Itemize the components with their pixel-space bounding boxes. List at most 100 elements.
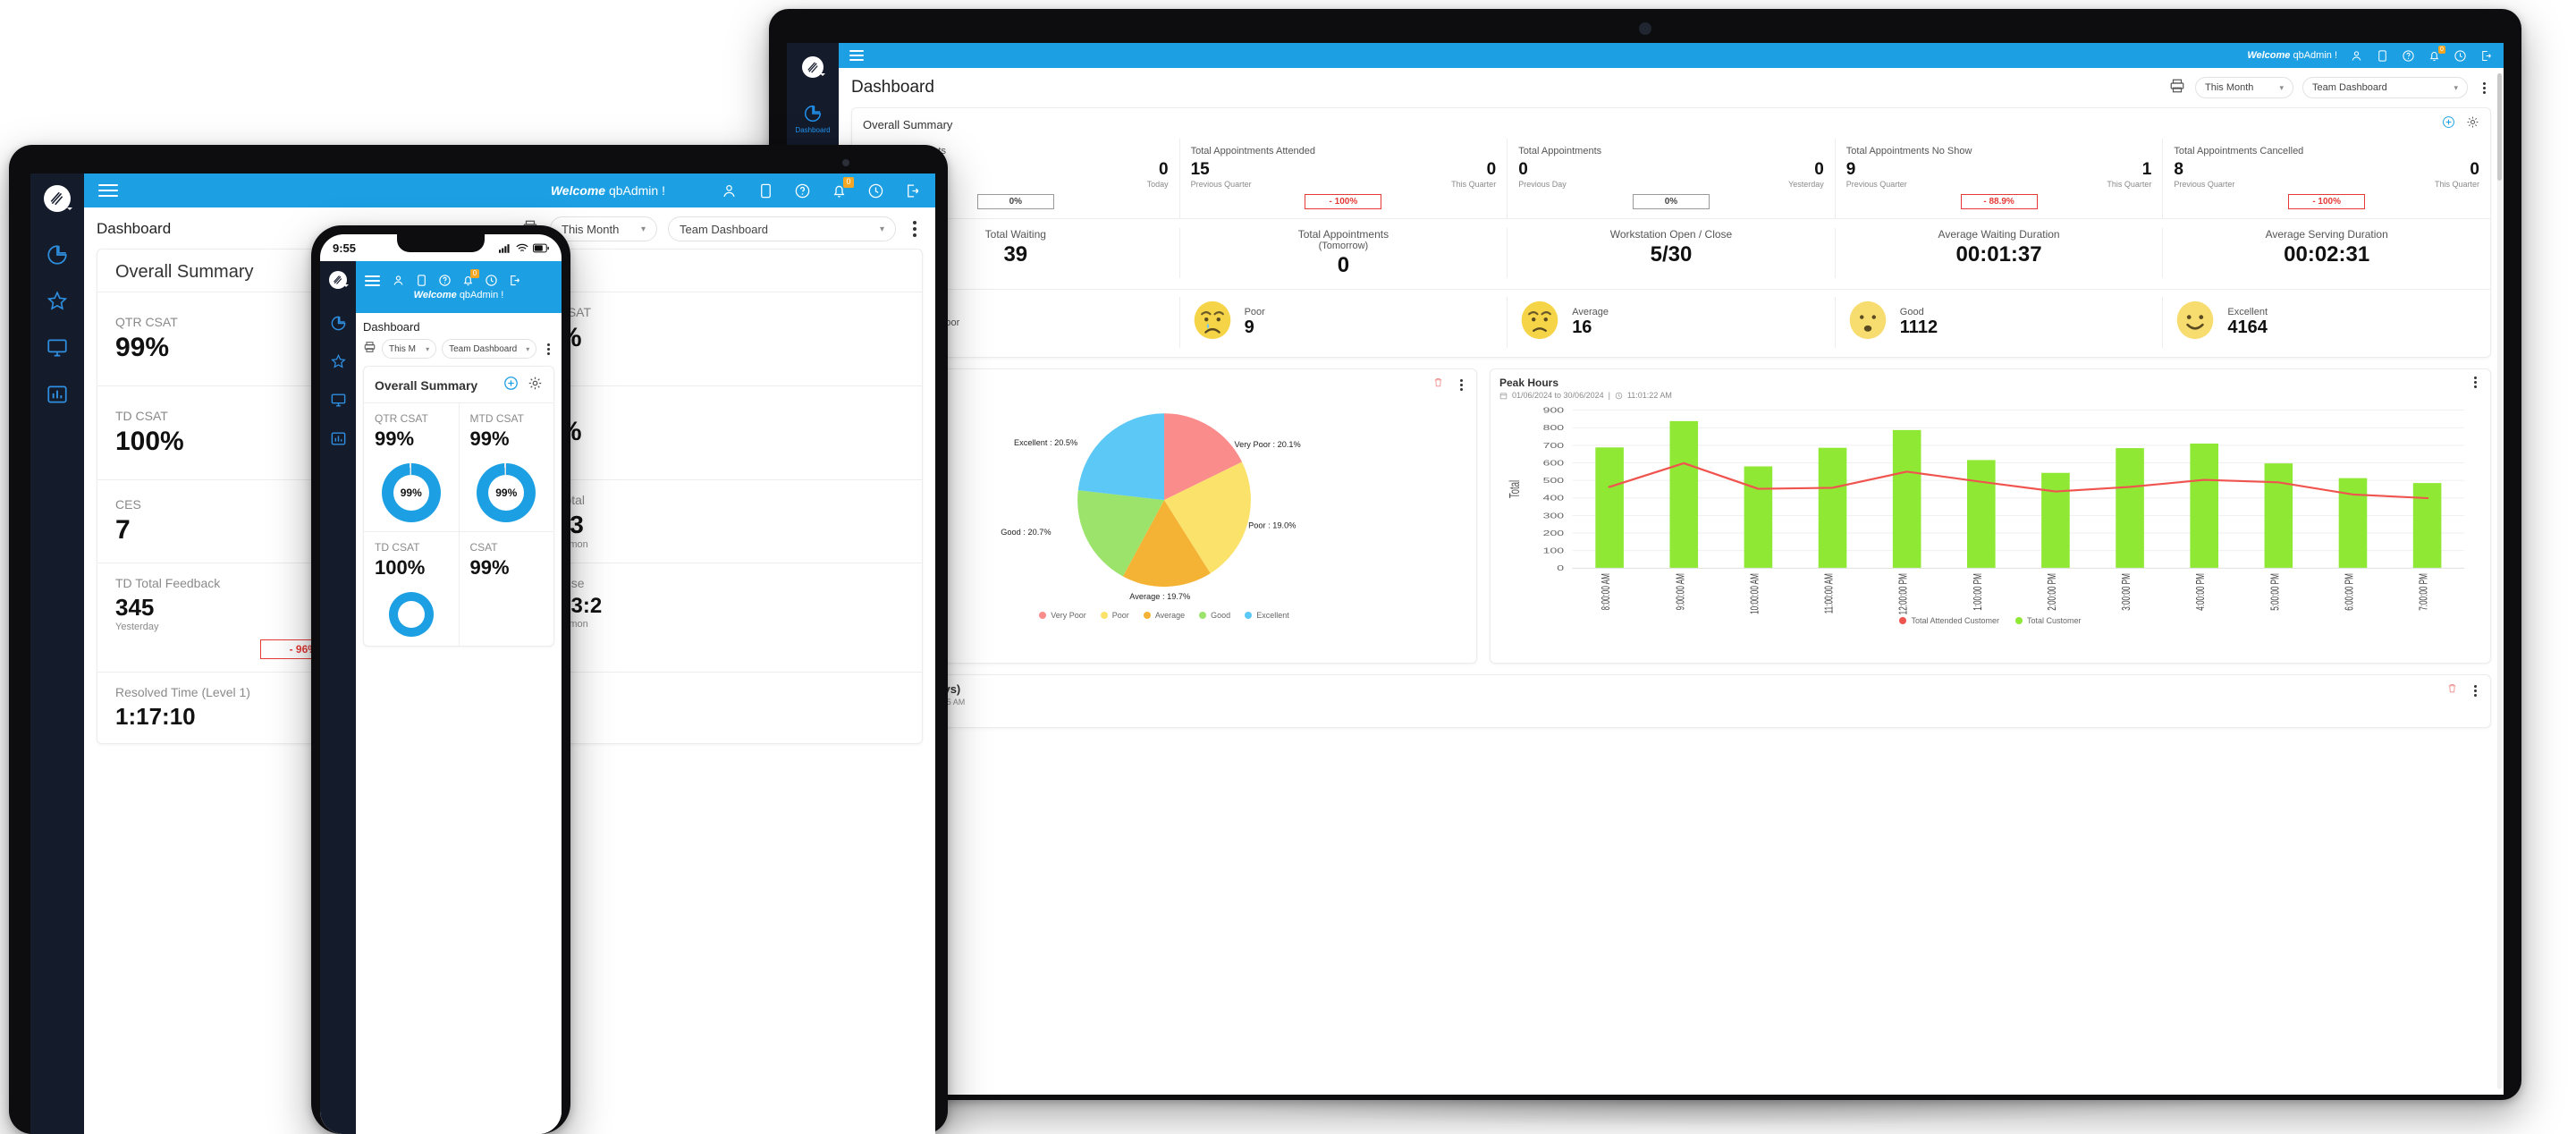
add-widget-button[interactable]: [2442, 115, 2455, 133]
help-icon[interactable]: [794, 182, 811, 199]
donut-value: 99%: [393, 475, 429, 511]
page-more-button[interactable]: [542, 340, 554, 358]
laptop-sidebar[interactable]: [30, 173, 84, 1134]
stat-left-caption: Previous Quarter: [2174, 180, 2235, 189]
chevron-down-icon: ▾: [2454, 82, 2458, 92]
menu-toggle-button[interactable]: [365, 275, 381, 286]
page-more-button[interactable]: [2477, 78, 2491, 97]
tile-label: MTD CSAT: [469, 412, 524, 425]
calendar-icon: [1499, 393, 1508, 399]
tile-resolved-placeholder: [511, 673, 923, 743]
menu-toggle-button[interactable]: [98, 184, 120, 197]
dashboard-filter-select[interactable]: Team Dashboard ▾: [2302, 77, 2468, 98]
legend-item[interactable]: Total Attended Customer: [1899, 616, 1999, 625]
bell-badge: 0: [470, 269, 479, 278]
print-icon[interactable]: [363, 341, 376, 358]
tile-td-csat: TD CSAT 100%: [364, 532, 460, 646]
rating-value: 1112: [1899, 317, 1938, 337]
bell-icon[interactable]: 0: [831, 176, 854, 199]
legend-item[interactable]: Average: [1143, 611, 1185, 620]
tile-mtd-csat: MTD CSAT 99%: [511, 292, 923, 385]
sidebar-item-dashboard[interactable]: Dashboard: [787, 104, 839, 134]
period-filter-select[interactable]: This M ▾: [382, 339, 437, 359]
legend-swatch: [1143, 612, 1151, 619]
stat-right-caption: This Quarter: [1451, 180, 1497, 189]
monitor-icon: [331, 394, 345, 407]
rating-label: Good: [1899, 307, 1924, 317]
bell-icon[interactable]: 0: [461, 269, 479, 287]
tile-label: MTD CSAT: [528, 305, 592, 319]
add-widget-button[interactable]: [503, 376, 519, 395]
tile-value: 99%: [469, 556, 510, 579]
page-scrollbar-track[interactable]: [2497, 73, 2502, 1089]
charts-row: 11:04:43 AM: [851, 368, 2491, 664]
stat-left-caption: Previous Quarter: [1190, 180, 1252, 189]
stat-right-value: 1: [2141, 160, 2152, 179]
tile-csat: CSAT 99%: [460, 532, 554, 646]
sidebar-item-reports[interactable]: [30, 383, 84, 406]
legend-item[interactable]: Good: [1199, 611, 1230, 620]
stat-right-value: 0: [2470, 160, 2479, 179]
help-icon[interactable]: [438, 274, 452, 287]
clock-icon[interactable]: [2454, 49, 2467, 63]
user-icon[interactable]: [392, 274, 405, 287]
menu-toggle-button[interactable]: [849, 50, 866, 61]
page-more-button[interactable]: [907, 218, 923, 240]
summary-stat-card: Total Appointments 0 Previous Day 0 Yest…: [1508, 139, 1836, 218]
pie-label-excellent: Excellent : 20.5%: [1014, 438, 1077, 447]
period-filter-value: This Month: [2205, 82, 2254, 93]
logout-icon[interactable]: [904, 182, 921, 199]
phone-sidebar[interactable]: [320, 261, 356, 1134]
help-icon[interactable]: [2402, 49, 2415, 63]
logout-icon[interactable]: [508, 274, 521, 287]
summary-metrics-row: Total Waiting 39 Total Appointments (Tom…: [852, 218, 2490, 289]
tablet-icon[interactable]: [757, 182, 774, 199]
sidebar-item-favourite[interactable]: [320, 353, 356, 370]
dashboard-filter-value: Team Dashboard: [449, 343, 518, 354]
tablet-page: Dashboard This Month ▾ Team Dashboard ▾ …: [839, 68, 2504, 1095]
tablet-content: Welcome qbAdmin ! 0 Dashboard This Month…: [839, 43, 2504, 1095]
sidebar-item-reports[interactable]: [320, 430, 356, 447]
user-icon[interactable]: [2350, 49, 2363, 63]
legend-label: Good: [1211, 611, 1231, 620]
bell-icon[interactable]: 0: [2428, 45, 2445, 63]
legend-item[interactable]: Total Customer: [2015, 616, 2082, 625]
user-icon[interactable]: [721, 182, 738, 199]
feedback-trend-more-button[interactable]: [2469, 684, 2481, 697]
delete-icon[interactable]: [2446, 682, 2458, 698]
stat-label: Total Appointments: [1518, 146, 1602, 157]
page-scrollbar-thumb[interactable]: [2497, 73, 2502, 181]
pie-card-more-button[interactable]: [1455, 378, 1467, 391]
delete-icon[interactable]: [1432, 377, 1444, 393]
peak-hours-more-button[interactable]: [2469, 377, 2481, 388]
sidebar-item-favourite[interactable]: [30, 290, 84, 313]
dashboard-filter-select[interactable]: Team Dashboard ▾: [668, 216, 896, 241]
summary-metric: Average Waiting Duration 00:01:37: [1836, 228, 2164, 278]
tile-value: 7: [115, 515, 131, 545]
legend-item[interactable]: Excellent: [1245, 611, 1289, 620]
sidebar-item-dashboard[interactable]: [320, 315, 356, 332]
clock-icon[interactable]: [485, 274, 498, 287]
logout-icon[interactable]: [2479, 49, 2493, 63]
period-filter-select[interactable]: This Month ▾: [2195, 77, 2293, 98]
rating-value: 9: [1244, 317, 1254, 337]
clock-icon[interactable]: [867, 182, 884, 199]
settings-gear-icon[interactable]: [528, 376, 543, 395]
stat-right-caption: This Quarter: [2107, 180, 2152, 189]
svg-text:3:00:00 PM: 3:00:00 PM: [2120, 573, 2133, 611]
tablet-icon[interactable]: [415, 274, 428, 287]
svg-text:1:00:00 PM: 1:00:00 PM: [1972, 573, 1984, 611]
pie-label-good: Good : 20.7%: [1001, 528, 1051, 537]
print-icon[interactable]: [2168, 78, 2186, 98]
settings-gear-icon[interactable]: [2466, 115, 2479, 133]
legend-item[interactable]: Poor: [1100, 611, 1129, 620]
svg-text:800: 800: [1543, 424, 1565, 433]
tablet-icon[interactable]: [2376, 49, 2389, 63]
legend-item[interactable]: Very Poor: [1039, 611, 1086, 620]
dashboard-filter-select[interactable]: Team Dashboard ▾: [442, 339, 537, 359]
sidebar-item-monitor[interactable]: [30, 336, 84, 360]
svg-text:100: 100: [1543, 546, 1565, 555]
chevron-down-icon: ▾: [879, 224, 884, 234]
sidebar-item-dashboard[interactable]: [30, 243, 84, 267]
sidebar-item-monitor[interactable]: [320, 392, 356, 409]
